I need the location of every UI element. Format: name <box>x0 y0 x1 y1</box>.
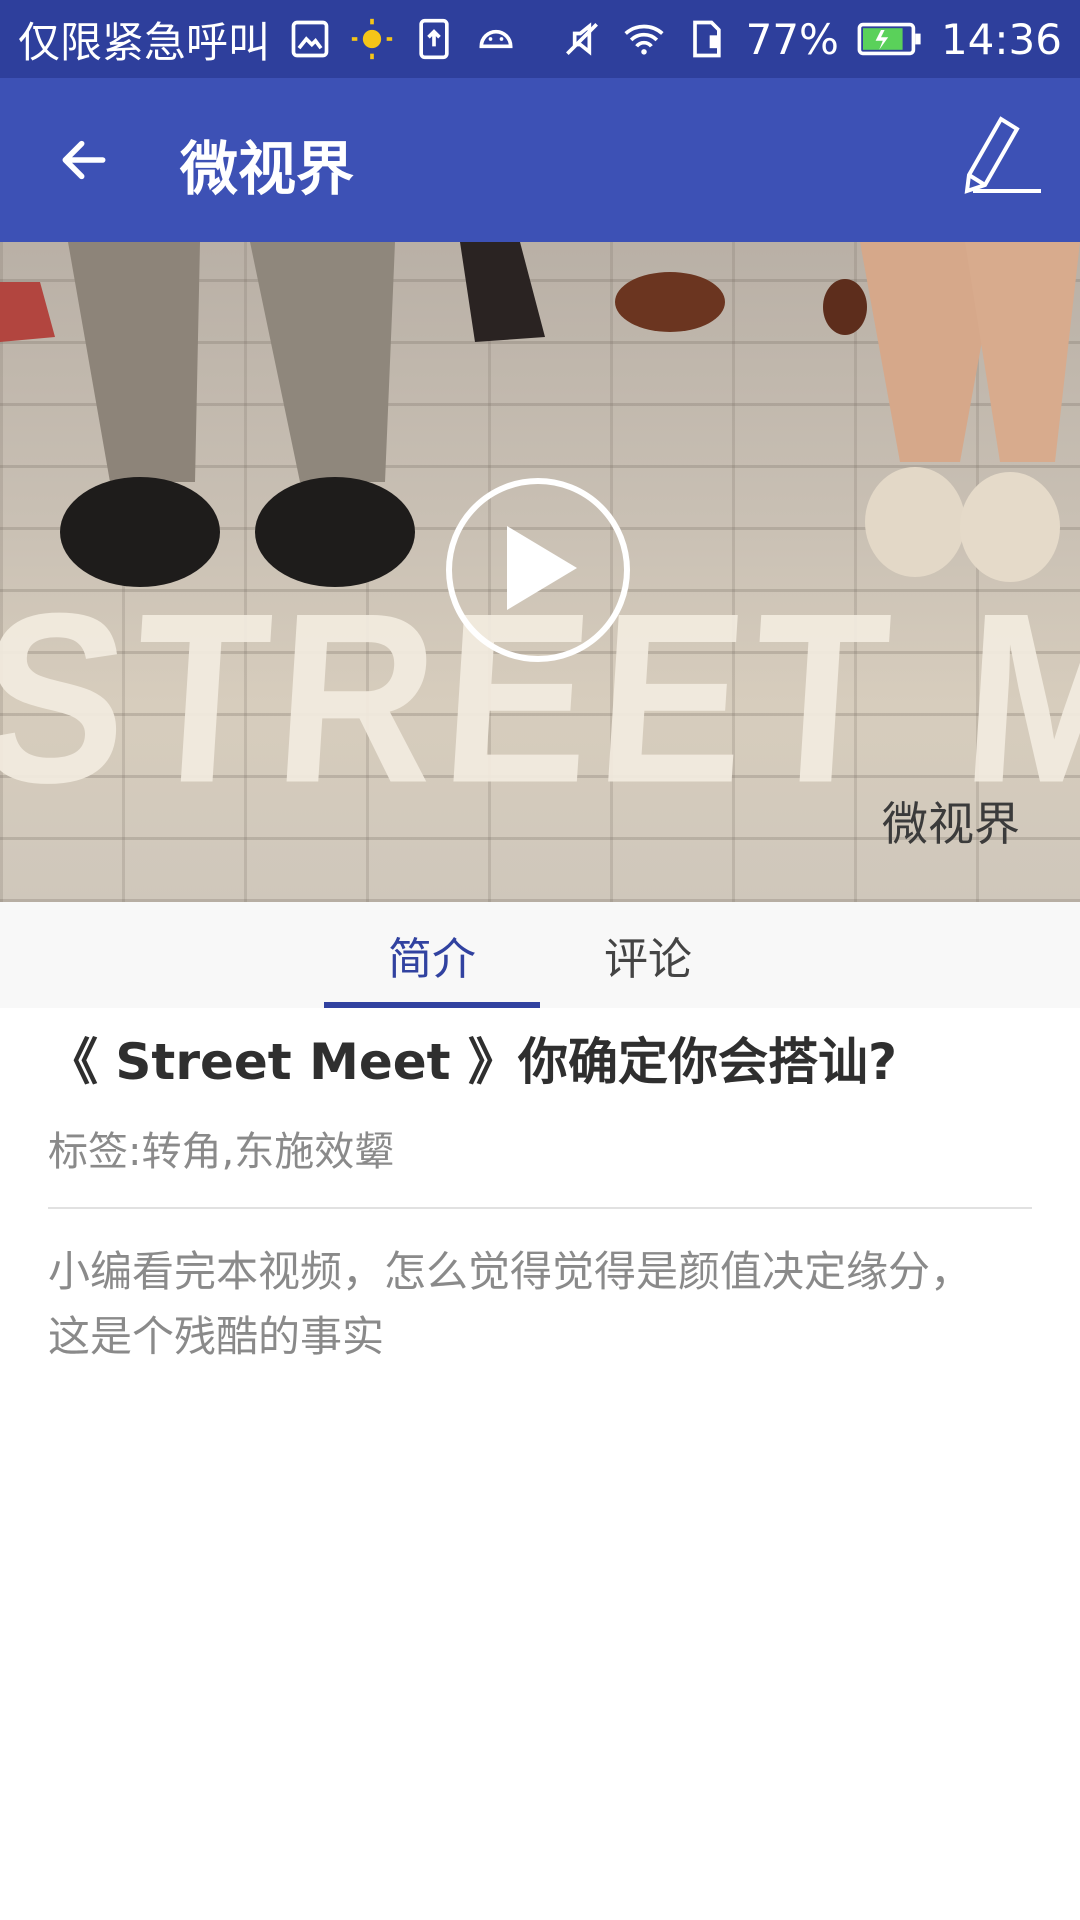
sim-icon <box>684 17 728 61</box>
video-player[interactable]: STREET MEET 微视界 <box>0 242 1080 902</box>
sun-icon <box>350 17 394 61</box>
status-bar: 仅限紧急呼叫 77% 14:36 <box>0 0 1080 78</box>
page-title: 微视界 <box>180 135 355 203</box>
status-right: 77% 14:36 <box>560 15 1062 64</box>
intro-content: 《 Street Meet 》你确定你会搭讪? 标签: 转角,东施效颦 小编看完… <box>48 1030 1032 1369</box>
clock: 14:36 <box>940 14 1062 64</box>
upload-icon <box>412 17 456 61</box>
arrow-left-icon <box>56 132 112 192</box>
pencil-icon <box>945 107 1045 211</box>
video-description: 小编看完本视频，怎么觉得觉得是颜值决定缘分，这是个残酷的事实 <box>48 1247 973 1362</box>
tags-row: 标签: 转角,东施效颦 <box>48 1119 1032 1177</box>
tab-intro[interactable]: 简介 <box>324 902 540 1008</box>
tags-label: 标签: <box>48 1129 142 1175</box>
tab-bar: 简介 评论 <box>0 902 1080 1008</box>
play-button[interactable] <box>446 478 630 662</box>
android-icon <box>474 17 518 61</box>
battery-icon <box>857 17 923 61</box>
wifi-icon <box>622 17 666 61</box>
carrier-text: 仅限紧急呼叫 <box>18 17 271 67</box>
gallery-icon <box>288 17 332 61</box>
tab-comments[interactable]: 评论 <box>540 902 756 1008</box>
back-button[interactable] <box>46 124 122 200</box>
app-bar: 微视界 <box>0 78 1080 242</box>
battery-percent: 77% <box>745 14 839 64</box>
mute-icon <box>560 17 604 61</box>
video-title: 《 Street Meet 》你确定你会搭讪? <box>48 1033 897 1091</box>
tags-value: 转角,东施效颦 <box>141 1129 395 1175</box>
divider <box>48 1207 1032 1209</box>
play-icon <box>493 518 583 622</box>
video-watermark: 微视界 <box>882 797 1020 851</box>
edit-button[interactable] <box>940 104 1050 214</box>
status-left: 仅限紧急呼叫 <box>18 9 518 70</box>
